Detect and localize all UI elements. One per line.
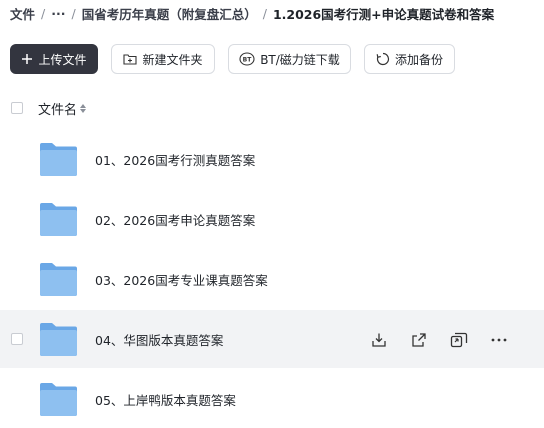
share-icon[interactable] [409,330,429,350]
plus-icon [21,53,33,65]
select-all-checkbox[interactable] [11,102,23,114]
breadcrumb-current: 1.2026国考行测+申论真题试卷和答案 [272,6,495,22]
bt-icon: BT [239,52,255,66]
add-backup-button-label: 添加备份 [394,52,443,67]
breadcrumb-ellipsis[interactable]: ··· [51,6,65,21]
list-item[interactable]: 03、2026国考专业课真题答案 [0,250,544,308]
folder-icon [40,202,77,236]
list-item[interactable]: 04、华图版本真题答案 [0,310,544,368]
breadcrumb-root[interactable]: 文件 [10,4,35,23]
breadcrumb: 文件 / ··· / 国省考历年真题（附复盘汇总） / 1.2026国考行测+申… [10,4,494,22]
new-folder-button-label: 新建文件夹 [142,52,203,67]
filename-column-header[interactable]: 文件名 [38,99,87,118]
file-name[interactable]: 05、上岸鸭版本真题答案 [95,390,236,409]
folder-icon [40,382,77,416]
backup-icon [376,52,390,66]
file-name[interactable]: 04、华图版本真题答案 [95,330,223,349]
file-name[interactable]: 01、2026国考行测真题答案 [95,150,255,169]
filename-header-label: 文件名 [38,102,78,118]
list-item[interactable]: 01、2026国考行测真题答案 [0,130,544,188]
list-header: 文件名 [0,96,544,120]
move-icon[interactable] [449,330,469,350]
row-actions [369,330,529,350]
breadcrumb-parent[interactable]: 国省考历年真题（附复盘汇总） [82,4,257,23]
folder-icon [40,142,77,176]
folder-icon [40,262,77,296]
new-folder-icon [123,53,138,65]
breadcrumb-separator: / [71,5,76,21]
file-name[interactable]: 02、2026国考申论真题答案 [95,210,255,229]
list-item[interactable]: 02、2026国考申论真题答案 [0,190,544,248]
bt-download-button-label: BT/磁力链下载 [260,52,340,67]
breadcrumb-separator: / [41,5,46,21]
more-icon[interactable] [489,330,509,350]
breadcrumb-separator: / [262,5,267,21]
toolbar: 上传文件 新建文件夹 BT BT/磁力链下载 添加备份 [10,44,468,74]
add-backup-button[interactable]: 添加备份 [364,44,455,74]
svg-text:BT: BT [243,57,253,64]
download-icon[interactable] [369,330,389,350]
sort-icon[interactable] [80,103,87,113]
folder-icon [40,322,77,356]
upload-button-label: 上传文件 [38,52,87,67]
upload-button[interactable]: 上传文件 [10,44,98,74]
file-name[interactable]: 03、2026国考专业课真题答案 [95,270,268,289]
new-folder-button[interactable]: 新建文件夹 [111,44,215,74]
row-checkbox[interactable] [11,333,23,345]
bt-download-button[interactable]: BT BT/磁力链下载 [228,44,351,74]
list-item[interactable]: 05、上岸鸭版本真题答案 [0,370,544,428]
